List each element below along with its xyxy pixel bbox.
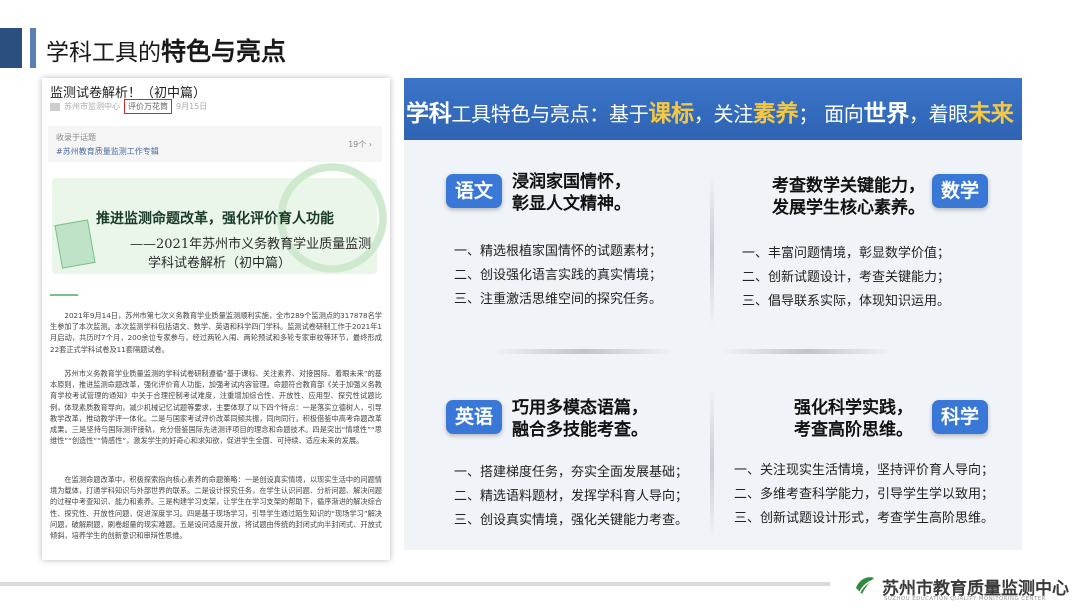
vertical-divider-bottom <box>710 390 714 540</box>
article-tag[interactable]: 评价万花筒 <box>124 99 172 114</box>
list-item: 一、精选根植家国情怀的试题素材； <box>454 244 663 259</box>
list-item: 二、创设强化语言实践的真实情境； <box>454 268 663 283</box>
article-date: 9月15日 <box>176 102 208 111</box>
list-item: 二、创新试题设计，考查关键能力； <box>742 270 951 285</box>
list-item: 一、搭建梯度任务，夯实全面发展基础； <box>454 465 689 480</box>
list-item: 三、创新试题设计形式，考查学生高阶思维。 <box>734 511 995 526</box>
subject-badge-science: 科学 <box>932 400 988 434</box>
math-list: 一、丰富问题情境，彰显数学价值； 二、创新试题设计，考查关键能力； 三、倡导联系… <box>742 242 950 314</box>
title-accent-bar <box>0 28 22 68</box>
chinese-title-line2: 彰显人文精神。 <box>512 194 631 214</box>
list-item: 二、精选语料题材，发挥学科育人导向； <box>454 489 689 504</box>
header-part: ； 面向 <box>798 102 864 126</box>
header-part: 未来 <box>968 101 1014 127</box>
english-title-line1: 巧用多模态语篇， <box>512 398 648 418</box>
list-item: 一、丰富问题情境，彰显数学价值； <box>742 246 951 261</box>
article-paragraph-1: 2021年9月14日，苏州市第七次义务教育学业质量监测顺利实施，全市289个监测… <box>50 311 382 354</box>
article-paragraph-2: 苏州市义务教育学业质量监测的学科试卷研制遵循“基于课标、关注素养、对接国际、着眼… <box>50 369 382 446</box>
article-paragraph-3: 在监测命题改革中，积极探索指向核心素养的命题策略：一是创设真实情境，以现实生活中… <box>50 475 382 541</box>
article-meta: 苏州市监测中心 评价万花筒 9月15日 <box>50 99 207 114</box>
article-screenshot: 监测试卷解析！（初中篇） 苏州市监测中心 评价万花筒 9月15日 收录于话题 #… <box>42 78 390 560</box>
collect-label: 收录于话题 <box>56 133 96 142</box>
header-part: ，着眼 <box>908 102 969 126</box>
org-logo-icon <box>856 577 875 594</box>
chinese-title-line1: 浸润家国情怀， <box>512 172 631 192</box>
science-title-line2: 考查高阶思维。 <box>794 420 913 440</box>
math-title-line1: 考查数学关键能力， <box>772 176 925 196</box>
list-item: 三、创设真实情境，强化关键能力考查。 <box>454 513 689 528</box>
features-panel: 学科工具特色与亮点：基于课标，关注素养； 面向世界，着眼未来 语文 浸润家国情怀… <box>404 78 1022 550</box>
list-item: 二、多维考查科学能力，引导学生学以致用； <box>734 487 995 502</box>
list-item: 三、倡导联系实际，体现知识运用。 <box>742 294 951 309</box>
footer-line <box>0 582 830 586</box>
header-part: 学科 <box>406 101 452 127</box>
science-title-line1: 强化科学实践， <box>794 398 913 418</box>
english-list: 一、搭建梯度任务，夯实全面发展基础； 二、精选语料题材，发挥学科育人导向； 三、… <box>454 461 688 533</box>
title-accent-bar-secondary <box>30 28 36 68</box>
banner-line-2: ——2021年苏州市义务教育学业质量监测 <box>130 237 372 252</box>
header-part: 课标 <box>648 101 694 127</box>
banner-line-3: 学科试卷解析（初中篇） <box>148 256 292 271</box>
article-banner: 推进监测命题改革，强化评价育人功能 ——2021年苏州市义务教育学业质量监测 学… <box>52 158 390 278</box>
banner-paper-icon <box>54 219 96 269</box>
divider <box>50 294 78 296</box>
subject-badge-english: 英语 <box>446 400 502 434</box>
subject-badge-chinese: 语文 <box>446 174 502 208</box>
chinese-list: 一、精选根植家国情怀的试题素材； 二、创设强化语言实践的真实情境； 三、注重激活… <box>454 240 662 312</box>
header-part: 工具特色与亮点：基于 <box>451 102 649 126</box>
header-part: 素养 <box>752 101 799 127</box>
page-title: 学科工具的特色与亮点 <box>46 32 286 68</box>
panel-header: 学科工具特色与亮点：基于课标，关注素养； 面向世界，着眼未来 <box>404 78 1022 140</box>
page-title-normal: 学科工具的 <box>46 40 161 66</box>
subject-badge-math: 数学 <box>932 174 988 208</box>
header-part: 世界 <box>863 101 910 127</box>
vertical-divider-top <box>710 176 714 326</box>
account-icon <box>50 102 60 111</box>
horizontal-divider-right <box>722 349 892 354</box>
panel-header-text: 学科工具特色与亮点：基于课标，关注素养； 面向世界，着眼未来 <box>406 94 1014 128</box>
collect-count[interactable]: 19个 › <box>348 139 372 150</box>
english-title-line2: 融合多技能考查。 <box>512 420 648 440</box>
article-source[interactable]: 苏州市监测中心 <box>64 101 120 112</box>
list-item: 一、关注现实生活情境，坚持评价育人导向； <box>734 463 995 478</box>
banner-line-1: 推进监测命题改革，强化评价育人功能 <box>96 211 334 227</box>
header-part: ，关注 <box>693 102 753 126</box>
math-title-line2: 发展学生核心素养。 <box>772 198 925 218</box>
page-title-bold: 特色与亮点 <box>161 37 287 66</box>
collect-topic[interactable]: #苏州教育质量监测工作专辑 <box>56 146 159 157</box>
topic-collection[interactable]: 收录于话题 #苏州教育质量监测工作专辑 19个 › <box>48 126 382 162</box>
horizontal-divider-left <box>494 349 674 354</box>
org-name-en: SUZHOU EDUCATION QUALITY MONITORING CENT… <box>884 596 1046 602</box>
science-list: 一、关注现实生活情境，坚持评价育人导向； 二、多维考查科学能力，引导学生学以致用… <box>734 459 994 531</box>
list-item: 三、注重激活思维空间的探究任务。 <box>454 292 663 307</box>
